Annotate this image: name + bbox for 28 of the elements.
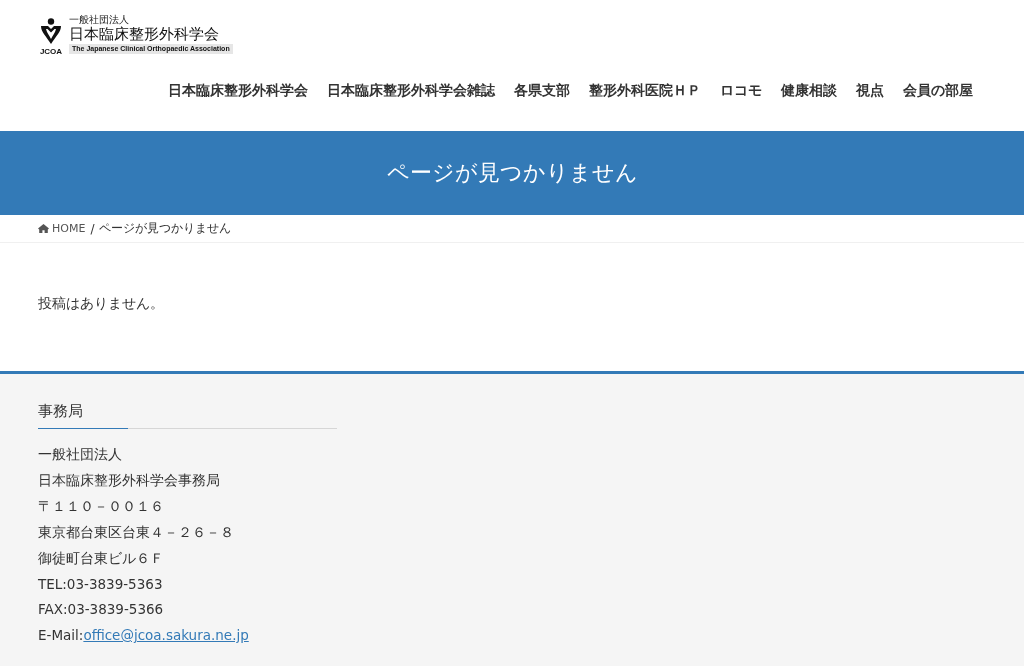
address-line: TEL:03-3839-5363 — [38, 574, 163, 594]
address-line: 一般社団法人 — [38, 445, 122, 464]
nav-link[interactable]: 日本臨床整形外科学会 — [168, 80, 308, 100]
page-title: ページが見つかりません — [386, 159, 638, 187]
no-posts-message: 投稿はありません。 — [38, 294, 164, 313]
nav-link[interactable]: 視点 — [856, 80, 884, 100]
nav-link[interactable]: 健康相談 — [781, 80, 837, 100]
person-figure-icon — [40, 18, 62, 44]
address-line: 日本臨床整形外科学会事務局 — [38, 470, 220, 490]
logo-abbreviation: JCOA — [39, 47, 63, 56]
nav-link[interactable]: ロコモ — [720, 80, 762, 100]
breadcrumb-current: ページが見つかりません — [99, 220, 232, 237]
nav-link[interactable]: 各県支部 — [514, 80, 570, 100]
address-line: 東京都台東区台東４－２６－８ — [38, 522, 234, 542]
nav-link[interactable]: 会員の部屋 — [903, 80, 973, 100]
nav-link[interactable]: 日本臨床整形外科学会雑誌 — [327, 80, 495, 100]
breadcrumb-home-link[interactable]: HOME — [38, 222, 86, 235]
nav-link[interactable]: 整形外科医院ＨＰ — [589, 80, 701, 100]
logo-org-type: 一般社団法人 — [69, 14, 129, 25]
breadcrumb-separator: / — [90, 221, 95, 236]
address-line: FAX:03-3839-5366 — [38, 600, 164, 620]
address-line: 〒１１０－００１６ — [38, 496, 164, 516]
email-link[interactable]: office@jcoa.sakura.ne.jp — [83, 623, 249, 650]
home-icon — [38, 224, 49, 233]
address-line: 御徒町台東ビル６Ｆ — [38, 548, 164, 568]
email-label: E-Mail: — [38, 626, 84, 646]
logo-name: 日本臨床整形外科学会 — [69, 25, 219, 43]
footer-widget-title: 事務局 — [38, 401, 128, 429]
